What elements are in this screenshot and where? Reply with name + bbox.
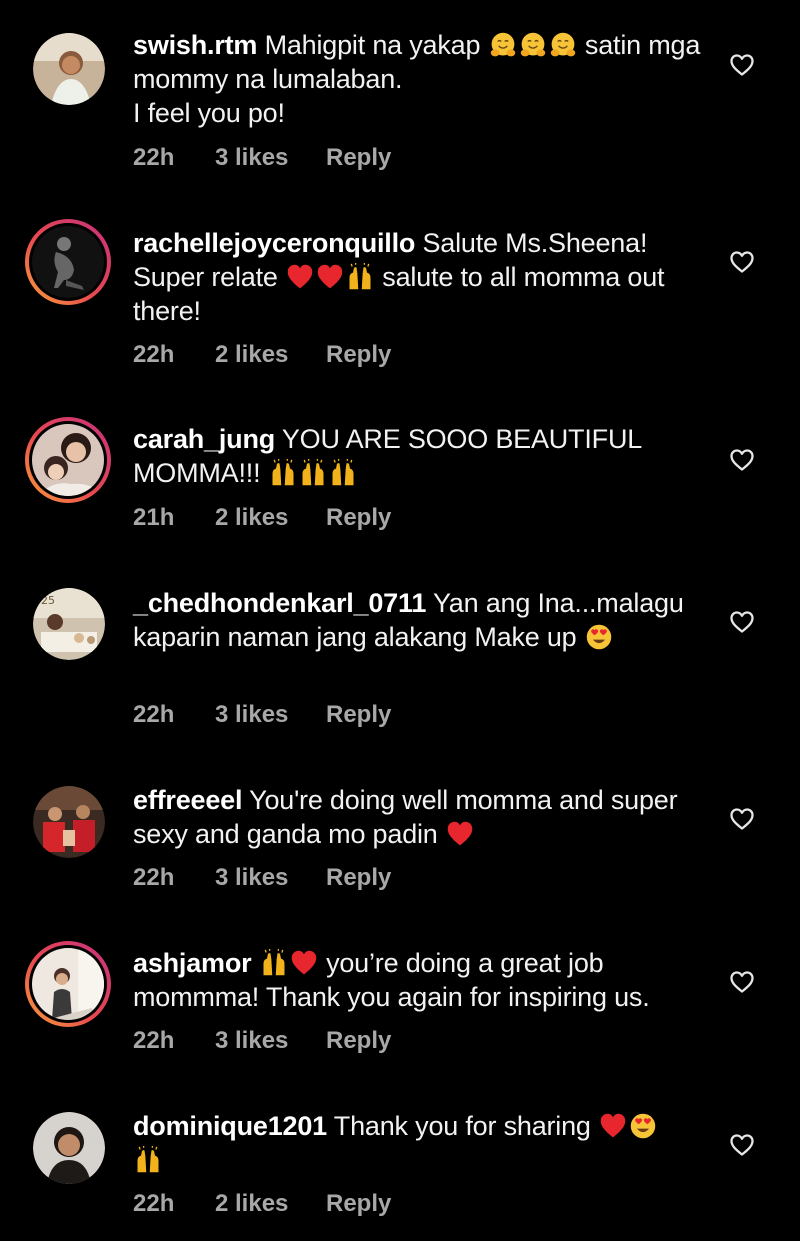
- comment-likes[interactable]: 3 likes: [215, 144, 326, 172]
- comment-text: dominique1201 Thank you for sharing: [133, 1109, 713, 1177]
- avatar[interactable]: 25: [33, 588, 105, 660]
- comment-time: 21h: [133, 504, 175, 531]
- heart-eyes-emoji-icon: [585, 623, 613, 651]
- comment-meta: 22h 2 likes Reply: [133, 341, 391, 369]
- comment-likes[interactable]: 2 likes: [215, 341, 326, 369]
- raising-hands-emoji-icon: [329, 459, 357, 487]
- comment-username[interactable]: dominique1201: [133, 1111, 327, 1141]
- reply-button[interactable]: Reply: [326, 341, 391, 369]
- comment-text: ashjamor you’re doing a great job mommma…: [133, 946, 713, 1014]
- raising-hands-emoji-icon: [134, 1146, 162, 1174]
- comment-text: rachellejoyceronquillo Salute Ms.Sheena!…: [133, 226, 713, 328]
- comment-time: 22h: [133, 341, 175, 368]
- raising-hands-emoji-icon: [346, 263, 374, 291]
- story-ring: [29, 945, 107, 1023]
- like-heart-icon[interactable]: [729, 1133, 755, 1157]
- reply-button[interactable]: Reply: [326, 504, 391, 532]
- story-ring: [29, 421, 107, 499]
- avatar[interactable]: [25, 417, 111, 503]
- reply-button[interactable]: Reply: [326, 701, 391, 729]
- comment-text: effreeeel You're doing well momma and su…: [133, 783, 713, 851]
- comment-likes[interactable]: 2 likes: [215, 1190, 326, 1218]
- comment-body: Thank you for sharing: [333, 1111, 599, 1141]
- reply-button[interactable]: Reply: [326, 144, 391, 172]
- comment-body: Mahigpit na yakap: [264, 30, 488, 60]
- comment-time: 22h: [133, 1190, 175, 1217]
- avatar-photo: [32, 424, 104, 496]
- like-heart-icon[interactable]: [729, 970, 755, 994]
- comment-username[interactable]: effreeeel: [133, 785, 242, 815]
- svg-text:25: 25: [41, 594, 55, 607]
- comment-likes[interactable]: 3 likes: [215, 1027, 326, 1055]
- comment-likes[interactable]: 3 likes: [215, 864, 326, 892]
- raising-hands-emoji-icon: [269, 459, 297, 487]
- like-heart-icon[interactable]: [729, 610, 755, 634]
- red-heart-emoji-icon: [316, 263, 344, 291]
- comment-body: I feel you po!: [133, 98, 285, 128]
- story-ring: [29, 223, 107, 301]
- hugging-face-emoji-icon: [519, 31, 547, 59]
- red-heart-emoji-icon: [599, 1112, 627, 1140]
- avatar-photo: [32, 948, 104, 1020]
- comment-text: _chedhondenkarl_0711 Yan ang Ina...malag…: [133, 586, 713, 654]
- like-heart-icon[interactable]: [729, 448, 755, 472]
- avatar-photo: [32, 226, 104, 298]
- avatar-photo: [33, 33, 105, 105]
- comment-meta: 22h 3 likes Reply: [133, 701, 391, 729]
- like-heart-icon[interactable]: [729, 807, 755, 831]
- avatar[interactable]: [25, 941, 111, 1027]
- comment-username[interactable]: swish.rtm: [133, 30, 257, 60]
- comment-username[interactable]: rachellejoyceronquillo: [133, 228, 415, 258]
- avatar[interactable]: [33, 1112, 105, 1184]
- like-heart-icon[interactable]: [729, 53, 755, 77]
- comment-likes[interactable]: 2 likes: [215, 504, 326, 532]
- avatar[interactable]: [25, 219, 111, 305]
- reply-button[interactable]: Reply: [326, 864, 391, 892]
- comment-username[interactable]: _chedhondenkarl_0711: [133, 588, 426, 618]
- comment-text: swish.rtm Mahigpit na yakap satin mga mo…: [133, 28, 713, 130]
- comment-meta: 21h 2 likes Reply: [133, 504, 391, 532]
- raising-hands-emoji-icon: [260, 949, 288, 977]
- comment-meta: 22h 3 likes Reply: [133, 864, 391, 892]
- comment-meta: 22h 3 likes Reply: [133, 144, 391, 172]
- reply-button[interactable]: Reply: [326, 1190, 391, 1218]
- red-heart-emoji-icon: [286, 263, 314, 291]
- avatar[interactable]: [33, 33, 105, 105]
- avatar-photo: [33, 786, 105, 858]
- comment-time: 22h: [133, 1027, 175, 1054]
- comment-time: 22h: [133, 144, 175, 171]
- like-heart-icon[interactable]: [729, 250, 755, 274]
- comment-meta: 22h 3 likes Reply: [133, 1027, 391, 1055]
- comment-meta: 22h 2 likes Reply: [133, 1190, 391, 1218]
- comment-time: 22h: [133, 701, 175, 728]
- heart-eyes-emoji-icon: [629, 1112, 657, 1140]
- raising-hands-emoji-icon: [299, 459, 327, 487]
- avatar-photo: [33, 1112, 105, 1184]
- hugging-face-emoji-icon: [489, 31, 517, 59]
- red-heart-emoji-icon: [446, 820, 474, 848]
- comment-username[interactable]: carah_jung: [133, 424, 275, 454]
- comment-likes[interactable]: 3 likes: [215, 701, 326, 729]
- reply-button[interactable]: Reply: [326, 1027, 391, 1055]
- red-heart-emoji-icon: [290, 949, 318, 977]
- avatar-photo: 25: [33, 588, 105, 660]
- avatar[interactable]: [33, 786, 105, 858]
- comment-username[interactable]: ashjamor: [133, 948, 252, 978]
- comment-text: carah_jung YOU ARE SOOO BEAUTIFUL MOMMA!…: [133, 422, 713, 490]
- hugging-face-emoji-icon: [549, 31, 577, 59]
- comment-time: 22h: [133, 864, 175, 891]
